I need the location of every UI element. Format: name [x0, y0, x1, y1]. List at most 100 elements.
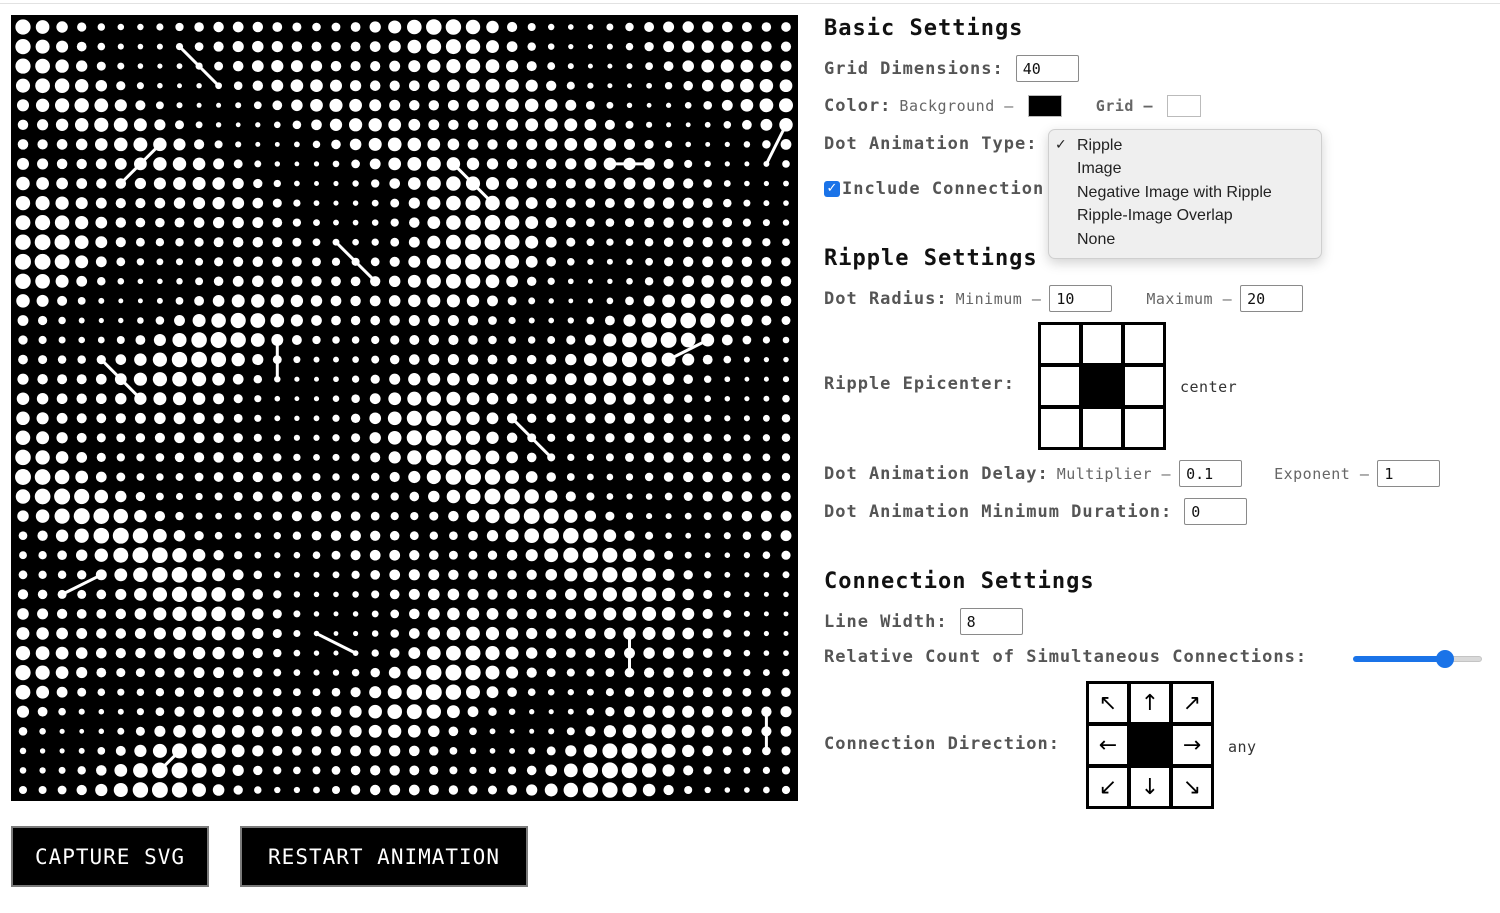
arrow-down-right-icon[interactable]: ↘	[1173, 768, 1211, 806]
radius-minimum-input[interactable]	[1049, 285, 1113, 312]
delay-exponent-input[interactable]	[1377, 460, 1441, 487]
grid-dot	[172, 371, 187, 387]
arrow-right-icon[interactable]: →	[1173, 726, 1211, 764]
grid-dot	[703, 375, 712, 383]
grid-dot	[272, 237, 283, 248]
grid-dot	[446, 176, 461, 191]
grid-dot	[529, 709, 535, 715]
delay-multiplier-input[interactable]	[1179, 460, 1243, 487]
menu-option-ripple[interactable]: ✓ Ripple	[1049, 134, 1321, 157]
grid-dot	[331, 687, 341, 697]
grid-dot	[486, 412, 499, 425]
epicenter-top-left[interactable]	[1041, 325, 1079, 363]
grid-dot	[406, 410, 422, 426]
grid-dot	[602, 743, 618, 759]
grid-dot	[332, 434, 340, 442]
grid-dot	[154, 647, 166, 659]
grid-dot	[664, 492, 673, 501]
epicenter-bottom[interactable]	[1083, 409, 1121, 447]
arrow-up-icon[interactable]: ↑	[1131, 684, 1169, 722]
arrow-up-right-icon[interactable]: ↗	[1173, 684, 1211, 722]
menu-option-none[interactable]: None	[1049, 228, 1321, 251]
grid-dot	[506, 432, 518, 444]
grid-color-swatch[interactable]	[1166, 95, 1201, 117]
line-width-input[interactable]	[959, 608, 1023, 635]
epicenter-bottom-left[interactable]	[1041, 409, 1079, 447]
grid-dot	[723, 121, 732, 129]
grid-dot	[172, 392, 187, 406]
grid-dot	[643, 392, 655, 405]
grid-dot	[293, 610, 301, 618]
arrow-left-icon[interactable]: ←	[1089, 726, 1127, 764]
grid-dot	[622, 567, 637, 583]
grid-dot	[369, 80, 381, 91]
epicenter-top[interactable]	[1083, 325, 1121, 363]
grid-dot	[509, 747, 516, 754]
include-connection-checkbox[interactable]: ✓	[824, 181, 840, 197]
grid-dot	[174, 687, 185, 697]
grid-dot	[115, 197, 126, 209]
grid-dot	[213, 452, 224, 463]
arrow-down-left-icon[interactable]: ↙	[1089, 768, 1127, 806]
grid-dimensions-input[interactable]	[1015, 55, 1079, 82]
grid-dot	[606, 493, 614, 500]
grid-dot	[292, 472, 302, 482]
epicenter-top-right[interactable]	[1125, 325, 1163, 363]
epicenter-right[interactable]	[1125, 367, 1163, 405]
grid-dot	[192, 783, 206, 797]
grid-dot	[406, 430, 422, 446]
grid-dot	[685, 141, 692, 148]
grid-dot	[293, 453, 301, 462]
menu-option-negative-image[interactable]: Negative Image with Ripple	[1049, 181, 1321, 204]
grid-dot	[193, 706, 205, 718]
menu-option-ripple-image-overlap[interactable]: Ripple-Image Overlap	[1049, 204, 1321, 227]
epicenter-center[interactable]	[1083, 367, 1121, 405]
grid-dot	[153, 392, 167, 406]
grid-dot	[525, 255, 538, 268]
grid-dot	[409, 354, 420, 365]
grid-dot	[681, 724, 695, 738]
grid-dot	[313, 219, 320, 227]
grid-dot	[274, 415, 281, 422]
radius-maximum-input[interactable]	[1240, 285, 1304, 312]
grid-dot	[426, 646, 441, 660]
grid-dot	[214, 61, 224, 71]
exponent-label: Exponent –	[1274, 464, 1370, 483]
grid-dot	[505, 529, 519, 543]
grid-dot	[15, 58, 31, 74]
grid-dot	[586, 688, 594, 696]
grid-dot	[389, 315, 400, 326]
epicenter-bottom-right[interactable]	[1125, 409, 1163, 447]
grid-dot	[426, 156, 441, 171]
relative-count-slider[interactable]	[1353, 650, 1482, 668]
grid-dot	[54, 215, 70, 230]
grid-dot	[625, 22, 634, 32]
restart-animation-button[interactable]: RESTART ANIMATION	[240, 826, 528, 887]
grid-dot	[173, 529, 186, 542]
grid-dot	[704, 121, 711, 128]
grid-dot	[722, 511, 733, 521]
grid-dot	[643, 197, 655, 209]
slider-thumb[interactable]	[1436, 650, 1455, 668]
grid-dot	[349, 705, 362, 718]
grid-dot	[508, 708, 516, 715]
capture-svg-button[interactable]: CAPTURE SVG	[11, 826, 209, 887]
menu-option-image[interactable]: Image	[1049, 157, 1321, 180]
grid-dot	[351, 375, 360, 383]
grid-dot	[586, 218, 595, 227]
grid-dot	[566, 473, 575, 481]
grid-dot	[57, 374, 68, 385]
arrow-up-left-icon[interactable]: ↖	[1089, 684, 1127, 722]
grid-dot	[172, 332, 187, 348]
direction-center[interactable]	[1131, 726, 1169, 764]
epicenter-left[interactable]	[1041, 367, 1079, 405]
arrow-down-icon[interactable]: ↓	[1131, 768, 1169, 806]
min-duration-input[interactable]	[1184, 498, 1248, 525]
background-color-swatch[interactable]	[1027, 95, 1062, 117]
grid-dot	[311, 746, 322, 756]
grid-dot	[174, 432, 185, 444]
grid-dot	[743, 415, 750, 422]
grid-dot	[78, 747, 85, 754]
grid-dot	[506, 139, 518, 150]
grid-dot	[781, 746, 791, 756]
